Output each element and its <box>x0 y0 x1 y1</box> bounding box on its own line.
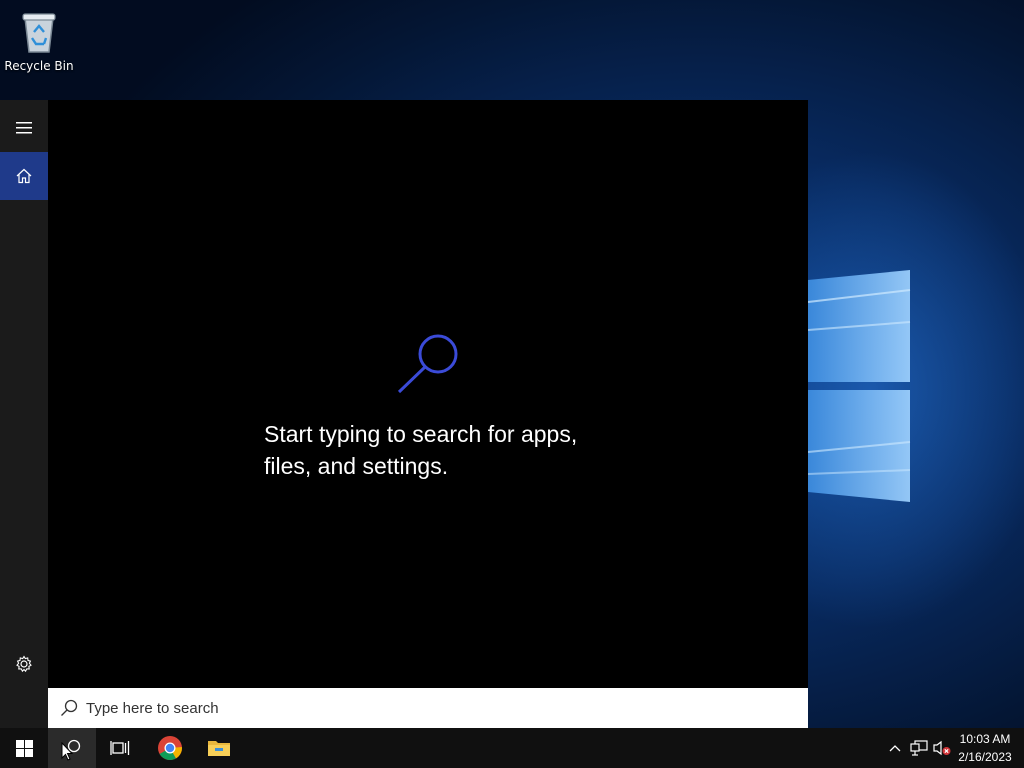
desktop-icon-label: Recycle Bin <box>4 59 74 73</box>
search-hint-line-1: Start typing to search for apps, <box>264 421 578 447</box>
task-view-icon <box>110 741 130 755</box>
clock-date: 2/16/2023 <box>958 750 1012 764</box>
windows-logo-icon <box>15 739 33 757</box>
search-input[interactable]: Type here to search <box>48 688 808 728</box>
volume-tray-button[interactable] <box>930 728 954 768</box>
start-search-panel: Start typing to search for apps, files, … <box>0 100 808 728</box>
desktop-icon-recycle-bin[interactable]: Recycle Bin <box>4 6 74 76</box>
network-icon <box>910 740 928 756</box>
clock-time: 10:03 AM <box>959 732 1011 746</box>
mouse-cursor-icon <box>61 741 74 765</box>
task-view-button[interactable] <box>96 728 144 768</box>
settings-button[interactable] <box>0 640 48 688</box>
search-hint-line-2: files, and settings. <box>264 453 449 479</box>
volume-muted-icon <box>933 740 951 756</box>
chrome-taskbar-button[interactable] <box>146 728 194 768</box>
file-explorer-taskbar-button[interactable] <box>195 728 243 768</box>
taskbar: 10:03 AM 2/16/2023 <box>0 728 1024 768</box>
chrome-icon <box>158 736 182 761</box>
search-icon <box>60 699 78 717</box>
hamburger-menu-icon <box>16 122 32 134</box>
folder-icon <box>208 741 230 756</box>
chevron-up-icon <box>889 745 901 752</box>
search-hint-text: Start typing to search for apps, files, … <box>264 418 644 482</box>
taskbar-clock[interactable]: 10:03 AM 2/16/2023 <box>952 730 1018 766</box>
start-rail <box>0 100 48 728</box>
menu-button[interactable] <box>0 104 48 152</box>
gear-icon <box>16 655 32 673</box>
search-magnifier-icon <box>394 330 464 400</box>
show-hidden-icons-button[interactable] <box>883 728 907 768</box>
recycle-bin-icon <box>22 13 56 53</box>
home-icon <box>16 168 32 184</box>
search-results-area: Start typing to search for apps, files, … <box>48 100 808 688</box>
search-placeholder: Type here to search <box>86 699 219 717</box>
network-tray-button[interactable] <box>907 728 931 768</box>
windows-wallpaper-logo <box>808 230 1024 530</box>
start-button[interactable] <box>0 728 48 768</box>
home-button[interactable] <box>0 152 48 200</box>
